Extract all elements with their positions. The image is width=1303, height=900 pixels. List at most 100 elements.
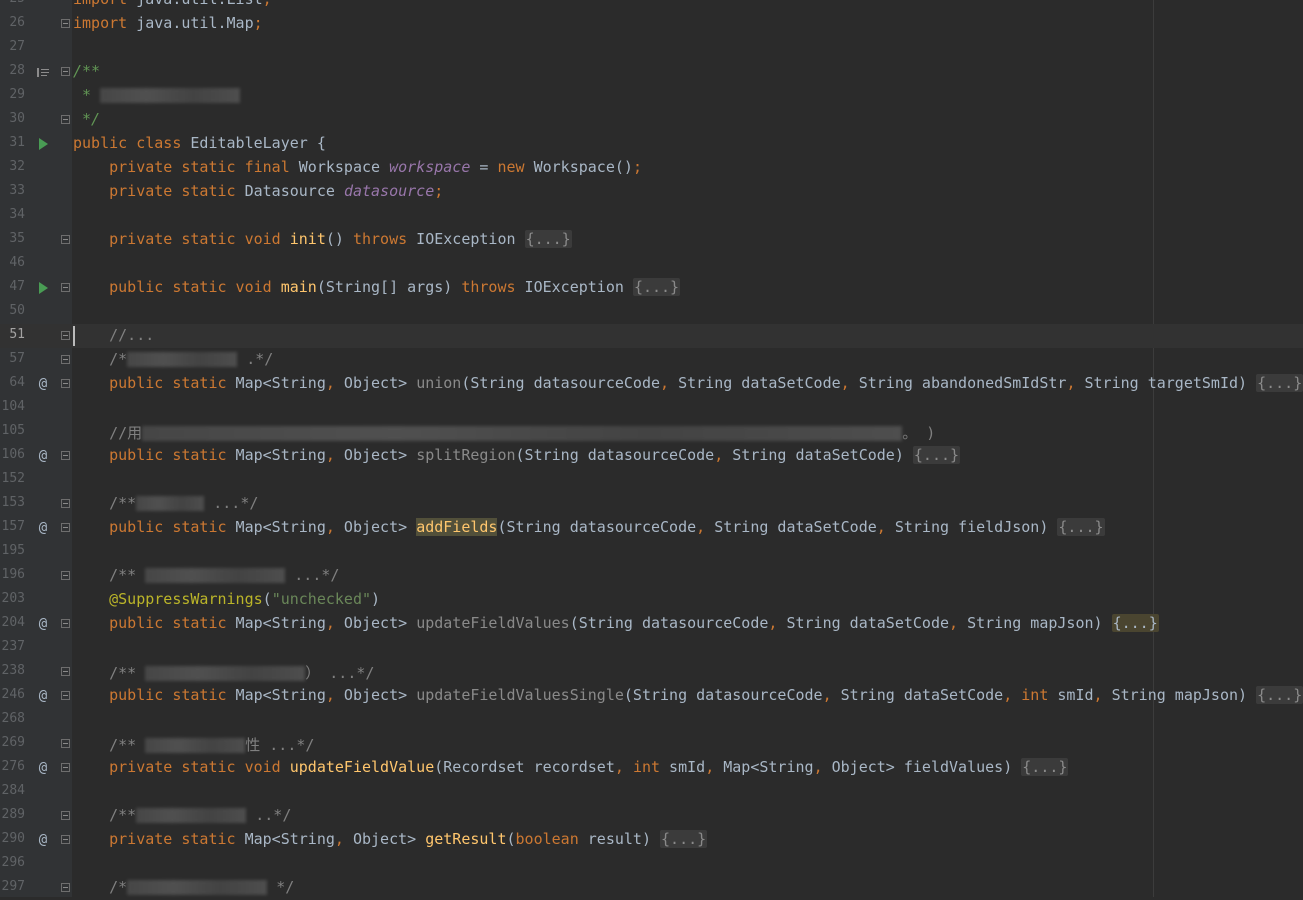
code-line[interactable]: 246 @ public static Map<String, Object> …	[0, 684, 1303, 708]
code-line[interactable]: 237	[0, 636, 1303, 660]
code-line[interactable]: 31 public class EditableLayer {	[0, 132, 1303, 156]
folded-block[interactable]: {...}	[632, 278, 681, 296]
fold-toggle-icon[interactable]	[61, 19, 70, 28]
code-line[interactable]: 26 import java.util.Map;	[0, 12, 1303, 36]
code-text: *	[73, 86, 241, 104]
at-sign-icon[interactable]: @	[34, 684, 52, 708]
code-line[interactable]: 157 @ public static Map<String, Object> …	[0, 516, 1303, 540]
code-line[interactable]: 296	[0, 852, 1303, 876]
fold-toggle-icon[interactable]	[61, 523, 70, 532]
code-line[interactable]: 35 private static void init() throws IOE…	[0, 228, 1303, 252]
code-text: private static void updateFieldValue(Rec…	[109, 758, 1069, 776]
code-text: public static Map<String, Object> addFie…	[109, 518, 1105, 536]
folded-block[interactable]: {...}	[660, 830, 708, 848]
fold-toggle-icon[interactable]	[61, 811, 70, 820]
code-line[interactable]: 32 private static final Workspace worksp…	[0, 156, 1303, 180]
code-line[interactable]: 196 /** ...*/	[0, 564, 1303, 588]
code-line[interactable]: 25 import java.util.List;	[0, 0, 1303, 12]
code-line[interactable]: 27	[0, 36, 1303, 60]
code-text: import java.util.List;	[73, 0, 272, 8]
code-line[interactable]: 289 /** ..*/	[0, 804, 1303, 828]
code-line[interactable]: 104	[0, 396, 1303, 420]
line-number: 27	[9, 39, 25, 54]
folded-block[interactable]: {...}	[1256, 686, 1303, 704]
fold-toggle-icon[interactable]	[61, 67, 70, 76]
code-text: public static Map<String, Object> splitR…	[109, 446, 961, 464]
current-code-line[interactable]: 51 //...	[0, 324, 1303, 348]
line-number: 31	[9, 135, 25, 150]
line-number: 104	[1, 399, 25, 414]
fold-toggle-icon[interactable]	[61, 235, 70, 244]
at-sign-icon[interactable]: @	[34, 756, 52, 780]
fold-toggle-icon[interactable]	[61, 355, 70, 364]
code-line[interactable]: 297 /* */	[0, 876, 1303, 900]
at-sign-icon[interactable]: @	[34, 372, 52, 396]
line-number: 51	[9, 327, 25, 342]
line-number: 284	[1, 783, 25, 798]
folded-block[interactable]: {...}	[1057, 518, 1105, 536]
code-line[interactable]: 269 /** 性 ...*/	[0, 732, 1303, 756]
run-icon[interactable]	[34, 132, 52, 156]
at-sign-icon[interactable]: @	[34, 516, 52, 540]
code-line[interactable]: 284	[0, 780, 1303, 804]
code-line[interactable]: 30 */	[0, 108, 1303, 132]
code-line[interactable]: 195	[0, 540, 1303, 564]
code-line[interactable]: 106 @ public static Map<String, Object> …	[0, 444, 1303, 468]
code-text: //用。 )	[73, 424, 936, 442]
at-sign-icon[interactable]: @	[34, 444, 52, 468]
line-number: 153	[1, 495, 25, 510]
code-line[interactable]: 105 //用。 )	[0, 420, 1303, 444]
code-line[interactable]: 153 /** ...*/	[0, 492, 1303, 516]
fold-toggle-icon[interactable]	[61, 451, 70, 460]
code-text: /** ...*/	[73, 494, 259, 512]
code-line[interactable]: 203 @SuppressWarnings("unchecked")	[0, 588, 1303, 612]
code-line[interactable]: 204 @ public static Map<String, Object> …	[0, 612, 1303, 636]
folded-block[interactable]: {...}	[1256, 374, 1303, 392]
line-number: 32	[9, 159, 25, 174]
folded-block[interactable]: {...}	[1021, 758, 1069, 776]
folded-block[interactable]: {...}	[912, 446, 961, 464]
fold-toggle-icon[interactable]	[61, 331, 70, 340]
line-number: 28	[9, 63, 25, 78]
fold-toggle-icon[interactable]	[61, 763, 70, 772]
code-line[interactable]: 50	[0, 300, 1303, 324]
render-doc-icon[interactable]	[34, 60, 52, 84]
folded-block[interactable]: {...}	[524, 230, 572, 248]
line-number: 64	[9, 375, 25, 390]
code-line[interactable]: 33 private static Datasource datasource;	[0, 180, 1303, 204]
fold-toggle-icon[interactable]	[61, 883, 70, 892]
code-line[interactable]: 46	[0, 252, 1303, 276]
fold-toggle-icon[interactable]	[61, 691, 70, 700]
fold-toggle-icon[interactable]	[61, 283, 70, 292]
code-line[interactable]: 290 @ private static Map<String, Object>…	[0, 828, 1303, 852]
run-icon[interactable]	[34, 276, 52, 300]
fold-toggle-icon[interactable]	[61, 115, 70, 124]
code-line[interactable]: 29 *	[0, 84, 1303, 108]
fold-toggle-icon[interactable]	[61, 571, 70, 580]
line-number: 106	[1, 447, 25, 462]
code-line[interactable]: 64 @ public static Map<String, Object> u…	[0, 372, 1303, 396]
code-line[interactable]: 28 /**	[0, 60, 1303, 84]
line-number: 296	[1, 855, 25, 870]
code-text: @SuppressWarnings("unchecked")	[109, 590, 381, 608]
at-sign-icon[interactable]: @	[34, 828, 52, 852]
fold-toggle-icon[interactable]	[61, 835, 70, 844]
code-line[interactable]: 57 /* .*/	[0, 348, 1303, 372]
fold-toggle-icon[interactable]	[61, 739, 70, 748]
line-number: 268	[1, 711, 25, 726]
code-line[interactable]: 47 public static void main(String[] args…	[0, 276, 1303, 300]
code-line[interactable]: 276 @ private static void updateFieldVal…	[0, 756, 1303, 780]
code-line[interactable]: 34	[0, 204, 1303, 228]
fold-toggle-icon[interactable]	[61, 667, 70, 676]
code-text: import java.util.Map;	[73, 14, 263, 32]
code-line[interactable]: 268	[0, 708, 1303, 732]
folded-block[interactable]: {...}	[1111, 614, 1159, 632]
code-editor[interactable]: 25 import java.util.List; 26 import java…	[0, 0, 1303, 897]
fold-toggle-icon[interactable]	[61, 379, 70, 388]
code-line[interactable]: 238 /** ） ...*/	[0, 660, 1303, 684]
fold-toggle-icon[interactable]	[61, 499, 70, 508]
fold-toggle-icon[interactable]	[61, 619, 70, 628]
at-sign-icon[interactable]: @	[34, 612, 52, 636]
code-line[interactable]: 152	[0, 468, 1303, 492]
code-text: */	[73, 110, 101, 128]
